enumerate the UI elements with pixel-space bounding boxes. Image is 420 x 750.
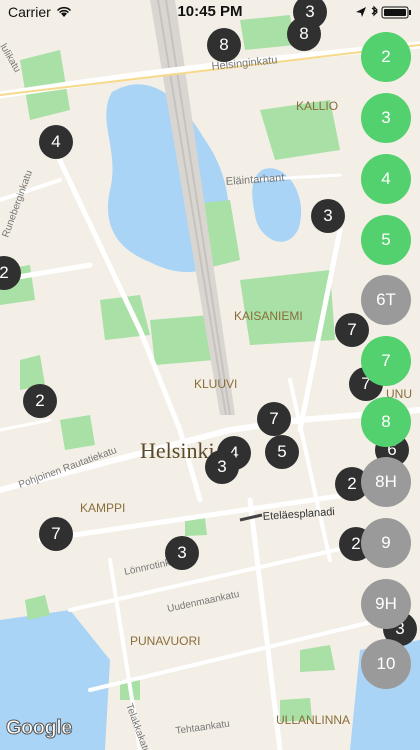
label-left-street-2: Runeberginkatu (0, 169, 34, 239)
label-tehtaankatu: Tehtaankatu (175, 718, 231, 736)
line-button-2[interactable]: 2 (361, 32, 411, 82)
line-button-8h[interactable]: 8H (361, 457, 411, 507)
status-bar: Carrier 10:45 PM (0, 0, 420, 24)
label-bottom-street: Telakkakatu (123, 702, 151, 750)
line-button-8[interactable]: 8 (361, 397, 411, 447)
label-kamppi: KAMPPI (80, 501, 125, 515)
label-kaisaniemi: KAISANIEMI (234, 309, 303, 323)
line-button-9h[interactable]: 9H (361, 579, 411, 629)
label-left-street-1: lulikatu (0, 42, 22, 74)
location-arrow-icon (356, 7, 366, 17)
vehicle-marker[interactable]: 5 (265, 435, 299, 469)
status-icons (354, 4, 414, 20)
vehicle-marker[interactable]: 8 (207, 28, 241, 62)
vehicle-marker[interactable]: 8 (287, 17, 321, 51)
vehicle-marker[interactable]: 7 (257, 402, 291, 436)
label-punavuori: PUNAVUORI (130, 634, 200, 648)
line-button-9[interactable]: 9 (361, 518, 411, 568)
line-button-5[interactable]: 5 (361, 215, 411, 265)
line-button-10[interactable]: 10 (361, 639, 411, 689)
vehicle-marker[interactable]: 3 (165, 536, 199, 570)
vehicle-marker[interactable]: 3 (311, 199, 345, 233)
label-etelaesplanadi: Eteläesplanadi (262, 506, 335, 523)
label-kluuvi: KLUUVI (194, 377, 237, 391)
line-button-4[interactable]: 4 (361, 154, 411, 204)
battery-icon (381, 6, 411, 19)
label-pohjoinen-rautatiekatu: Pohjoinen Rautatiekatu (17, 445, 118, 491)
label-ullanlinna: ULLANLINNA (276, 713, 350, 727)
vehicle-marker[interactable]: 7 (335, 313, 369, 347)
vehicle-marker[interactable]: 2 (23, 384, 57, 418)
label-uudenmaankatu: Uudenmaankatu (166, 589, 240, 615)
bluetooth-icon (371, 5, 378, 17)
label-kallio: KALLIO (296, 99, 338, 113)
vehicle-marker[interactable]: 7 (39, 517, 73, 551)
line-button-7[interactable]: 7 (361, 336, 411, 386)
line-button-6t[interactable]: 6T (361, 275, 411, 325)
line-button-3[interactable]: 3 (361, 93, 411, 143)
google-logo: Google (6, 717, 73, 740)
vehicle-marker[interactable]: 3 (205, 450, 239, 484)
vehicle-marker[interactable]: 4 (39, 125, 73, 159)
label-helsinki: Helsinki (140, 438, 215, 463)
